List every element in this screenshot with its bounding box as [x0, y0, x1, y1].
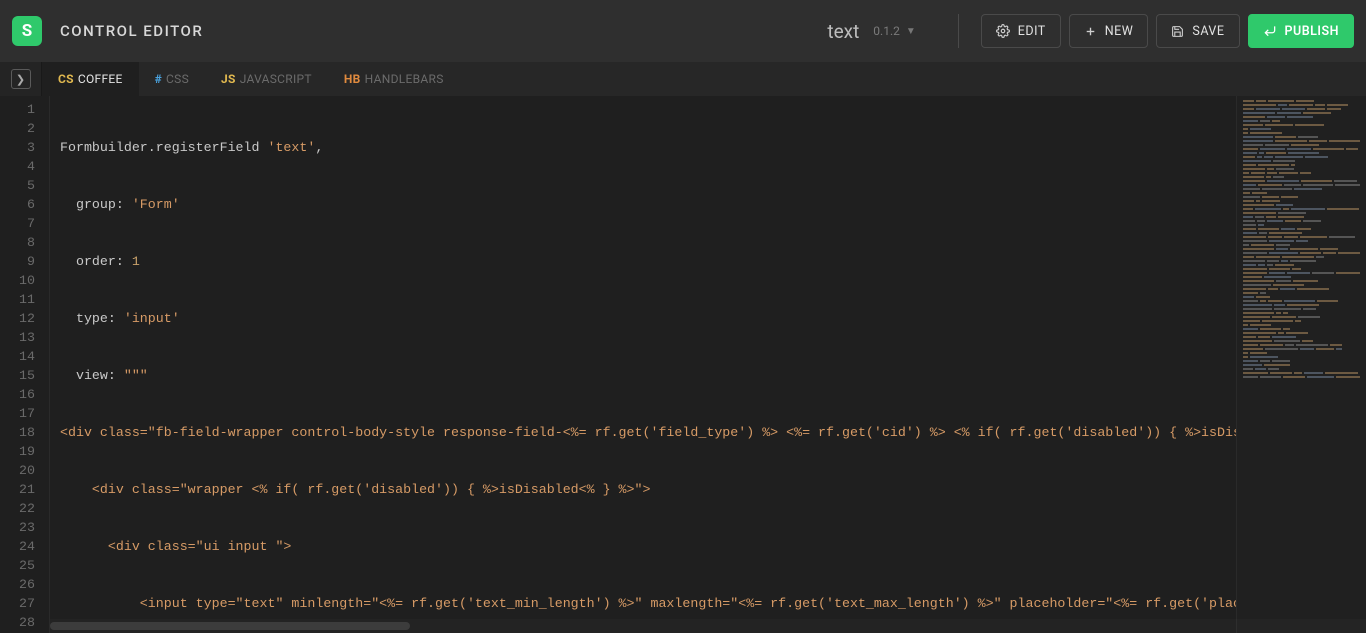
- code-editor[interactable]: 1234567891011121314151617181920212223242…: [0, 96, 1366, 633]
- code-text: 'Form': [132, 197, 180, 212]
- save-icon: [1171, 25, 1184, 38]
- code-text: <input type="text" minlength="<%= rf.get…: [60, 596, 1236, 611]
- line-number: 17: [0, 404, 35, 423]
- line-number: 21: [0, 480, 35, 499]
- edit-button[interactable]: EDIT: [981, 14, 1061, 48]
- line-number: 25: [0, 556, 35, 575]
- line-number: 5: [0, 176, 35, 195]
- save-button-label: SAVE: [1192, 24, 1224, 39]
- code-text: 'input': [124, 311, 180, 326]
- horizontal-scrollbar[interactable]: [50, 619, 1366, 633]
- line-number: 18: [0, 423, 35, 442]
- publish-icon: [1263, 24, 1277, 38]
- line-number: 8: [0, 233, 35, 252]
- line-number: 1: [0, 100, 35, 119]
- tab-hb-prefix: HB: [344, 72, 361, 86]
- line-number: 20: [0, 461, 35, 480]
- vertical-divider: [958, 14, 959, 48]
- line-number: 22: [0, 499, 35, 518]
- line-number: 10: [0, 271, 35, 290]
- line-number: 14: [0, 347, 35, 366]
- version-dropdown-caret[interactable]: ▼: [906, 26, 916, 37]
- line-number: 3: [0, 138, 35, 157]
- document-name: text: [827, 20, 859, 43]
- line-number: 27: [0, 594, 35, 613]
- line-number: 11: [0, 290, 35, 309]
- code-text: 'text': [267, 140, 315, 155]
- plus-icon: [1084, 25, 1097, 38]
- tab-hb-label: HANDLEBARS: [365, 72, 444, 86]
- gear-icon: [996, 24, 1010, 38]
- line-number: 26: [0, 575, 35, 594]
- code-text: """: [124, 368, 148, 383]
- editor-code-area[interactable]: Formbuilder.registerField 'text', group:…: [50, 96, 1236, 633]
- chevron-right-icon: ❯: [11, 69, 31, 89]
- document-version: 0.1.2: [873, 24, 900, 38]
- tabs-row: ❯ CS COFFEE # CSS JS JAVASCRIPT HB HANDL…: [0, 62, 1366, 96]
- line-number: 9: [0, 252, 35, 271]
- tab-css[interactable]: # CSS: [139, 62, 205, 96]
- tab-javascript[interactable]: JS JAVASCRIPT: [205, 62, 328, 96]
- code-text: ,: [315, 140, 323, 155]
- code-text: order:: [60, 254, 132, 269]
- line-number: 6: [0, 195, 35, 214]
- edit-button-label: EDIT: [1018, 24, 1046, 39]
- code-text: type:: [60, 311, 124, 326]
- line-number: 23: [0, 518, 35, 537]
- code-text: <div class="wrapper <% if( rf.get('disab…: [60, 482, 650, 497]
- new-button[interactable]: NEW: [1069, 14, 1149, 48]
- line-number: 13: [0, 328, 35, 347]
- line-number: 16: [0, 385, 35, 404]
- app-logo-letter: S: [22, 21, 32, 41]
- tab-js-prefix: JS: [221, 72, 236, 86]
- tab-coffee-label: COFFEE: [78, 72, 123, 86]
- new-button-label: NEW: [1105, 24, 1134, 39]
- tab-css-label: CSS: [166, 72, 189, 86]
- line-number: 12: [0, 309, 35, 328]
- app-header: S CONTROL EDITOR text 0.1.2 ▼ EDIT NEW S…: [0, 0, 1366, 62]
- line-number: 19: [0, 442, 35, 461]
- line-number: 7: [0, 214, 35, 233]
- save-button[interactable]: SAVE: [1156, 14, 1239, 48]
- app-title: CONTROL EDITOR: [60, 22, 203, 40]
- tab-coffee-prefix: CS: [58, 72, 74, 86]
- publish-button-label: PUBLISH: [1285, 24, 1340, 39]
- code-text: 1: [132, 254, 140, 269]
- line-number: 15: [0, 366, 35, 385]
- tab-css-prefix: #: [155, 72, 162, 86]
- editor-minimap[interactable]: [1236, 96, 1366, 633]
- line-number: 24: [0, 537, 35, 556]
- code-text: group:: [60, 197, 132, 212]
- horizontal-scrollbar-thumb[interactable]: [50, 622, 410, 630]
- app-logo: S: [12, 16, 42, 46]
- panel-toggle-button[interactable]: ❯: [0, 62, 42, 96]
- publish-button[interactable]: PUBLISH: [1248, 14, 1355, 48]
- line-number: 4: [0, 157, 35, 176]
- line-number: 2: [0, 119, 35, 138]
- code-text: view:: [60, 368, 124, 383]
- tab-coffee[interactable]: CS COFFEE: [42, 62, 139, 96]
- code-text: <div class="fb-field-wrapper control-bod…: [60, 425, 1236, 440]
- code-text: Formbuilder.registerField: [60, 140, 267, 155]
- editor-gutter: 1234567891011121314151617181920212223242…: [0, 96, 50, 633]
- tab-handlebars[interactable]: HB HANDLEBARS: [328, 62, 460, 96]
- line-number: 28: [0, 613, 35, 632]
- tab-js-label: JAVASCRIPT: [240, 72, 312, 86]
- code-text: <div class="ui input ">: [60, 539, 291, 554]
